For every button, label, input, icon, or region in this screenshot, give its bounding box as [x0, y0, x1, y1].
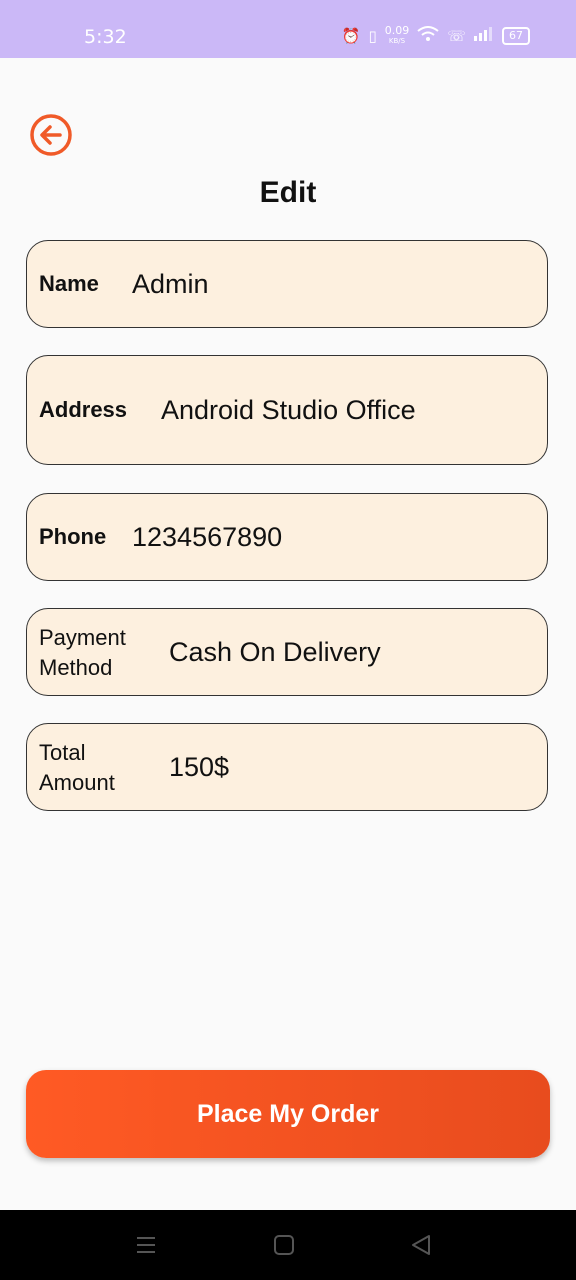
status-icons: ⏰ ▯ 0.09 KB/S ☏ 67 — [341, 25, 530, 46]
name-field[interactable]: Name Admin — [26, 240, 548, 328]
speed-unit: KB/S — [388, 37, 406, 45]
total-amount-label: Total Amount — [39, 738, 115, 798]
call-icon: ☏ — [447, 27, 466, 45]
alarm-icon: ⏰ — [341, 27, 361, 45]
total-label-line1: Total — [39, 740, 86, 765]
back-nav-icon[interactable] — [410, 1234, 432, 1256]
total-amount-value: 150$ — [169, 752, 230, 782]
phone-label: Phone — [39, 524, 107, 549]
system-nav-bar — [0, 1210, 576, 1280]
menu-icon[interactable] — [135, 1234, 157, 1256]
address-value: Android Studio Office — [161, 395, 416, 425]
status-time: 5:32 — [84, 26, 127, 48]
status-bar: 5:32 ⏰ ▯ 0.09 KB/S ☏ 67 — [0, 0, 576, 58]
payment-method-label: Payment Method — [39, 623, 126, 683]
place-order-button[interactable]: Place My Order — [26, 1070, 550, 1158]
home-icon[interactable] — [273, 1234, 295, 1256]
phone-field[interactable]: Phone 1234567890 — [26, 493, 548, 581]
name-value: Admin — [132, 269, 209, 299]
back-arrow-icon — [30, 114, 72, 156]
name-label: Name — [39, 271, 99, 296]
address-label: Address — [39, 397, 128, 422]
network-speed: 0.09 KB/S — [385, 25, 410, 46]
total-label-line2: Amount — [39, 770, 115, 795]
payment-method-value: Cash On Delivery — [169, 637, 381, 667]
page-title: Edit — [259, 176, 317, 209]
phone-value: 1234567890 — [132, 522, 283, 552]
address-field[interactable]: Address Android Studio Office — [26, 355, 548, 465]
battery-icon: 67 — [502, 27, 530, 45]
back-button[interactable] — [30, 114, 72, 156]
payment-method-field[interactable]: Payment Method Cash On Delivery — [26, 608, 548, 696]
wifi-icon — [417, 26, 439, 46]
vibrate-icon: ▯ — [368, 27, 377, 45]
total-amount-field[interactable]: Total Amount 150$ — [26, 723, 548, 811]
payment-label-line2: Method — [39, 655, 113, 680]
payment-label-line1: Payment — [39, 625, 126, 650]
signal-icon — [474, 27, 494, 45]
